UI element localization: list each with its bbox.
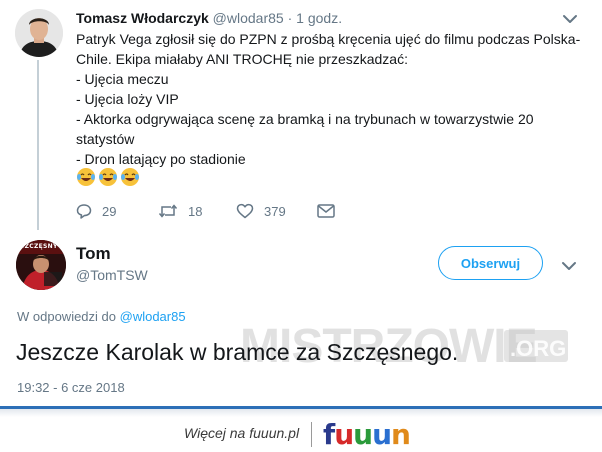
tweet-text-line: - Dron latający po stadionie	[76, 151, 246, 167]
tweet-text: Patryk Vega zgłosił się do PZPN z prośbą…	[76, 29, 581, 169]
tweet-header: Tomasz Włodarczyk @wlodar85 · 1 godz.	[76, 10, 342, 26]
retweet-icon	[158, 204, 178, 218]
face-with-tears-of-joy-icon	[99, 168, 117, 186]
tweet-text-line: Chile. Ekipa miałaby ANI TROCHĘ nie prze…	[76, 51, 408, 67]
reply-button[interactable]: 29	[76, 201, 116, 221]
author-handle[interactable]: @wlodar85	[213, 10, 284, 26]
footer-shadow	[0, 409, 602, 417]
like-button[interactable]: 379	[236, 201, 286, 221]
logo-letter: u	[372, 418, 392, 451]
reply-count: 29	[102, 203, 117, 219]
tweet-text-line: Patryk Vega zgłosił się do PZPN z prośbą…	[76, 31, 581, 47]
tweet-text-line: statystów	[76, 131, 135, 147]
profile-photo-image	[15, 9, 63, 57]
face-with-tears-of-joy-icon	[121, 168, 139, 186]
logo-letter: u	[334, 418, 354, 451]
follow-button[interactable]: Obserwuj	[438, 246, 543, 280]
avatar[interactable]: SZCZĘSNY	[16, 240, 66, 290]
tweet-time[interactable]: 1 godz.	[296, 10, 342, 26]
reply-text: Jeszcze Karolak w bramce za Szczęsnego.	[16, 339, 459, 365]
site-footer: Więcej na fuuun.pl fuuun	[0, 417, 602, 452]
author-name[interactable]: Tomasz Włodarczyk	[76, 10, 209, 26]
logo-letter: u	[353, 418, 373, 451]
like-count: 379	[264, 203, 286, 219]
envelope-icon	[317, 204, 335, 218]
fuuun-logo[interactable]: fuuun	[323, 418, 411, 451]
emoji-row	[76, 167, 140, 187]
reply-icon	[76, 204, 92, 219]
tweet-timestamp[interactable]: 19:32 - 6 cze 2018	[17, 380, 125, 395]
logo-letter: n	[391, 418, 411, 451]
author-name[interactable]: Tom	[76, 244, 111, 264]
watermark-suffix: .ORG	[510, 336, 566, 361]
face-with-tears-of-joy-icon	[77, 168, 95, 186]
chevron-down-icon[interactable]	[562, 13, 578, 25]
separator-dot: ·	[287, 10, 293, 26]
reply-mention-link[interactable]: @wlodar85	[120, 309, 186, 324]
retweet-count: 18	[188, 203, 203, 219]
reply-context: W odpowiedzi do @wlodar85	[17, 309, 186, 324]
direct-message-button[interactable]	[317, 201, 335, 221]
tweet-text-line: - Ujęcia meczu	[76, 71, 169, 87]
chevron-down-icon[interactable]	[561, 260, 577, 272]
footer-link[interactable]: Więcej na fuuun.pl	[184, 425, 299, 441]
avatar-caption: SZCZĘSNY	[20, 243, 58, 250]
retweet-button[interactable]: 18	[158, 201, 202, 221]
heart-icon	[236, 203, 254, 219]
reply-context-label: W odpowiedzi do	[17, 309, 116, 324]
parent-tweet: Tomasz Włodarczyk @wlodar85 · 1 godz. Pa…	[0, 0, 602, 232]
author-handle[interactable]: @TomTSW	[76, 267, 148, 283]
avatar[interactable]	[15, 9, 63, 57]
logo-letter: f	[323, 418, 335, 451]
tweet-text-line: - Ujęcia loży VIP	[76, 91, 179, 107]
tweet-text-line: - Aktorka odgrywająca scenę za bramką i …	[76, 111, 534, 127]
footer-separator	[311, 422, 312, 447]
